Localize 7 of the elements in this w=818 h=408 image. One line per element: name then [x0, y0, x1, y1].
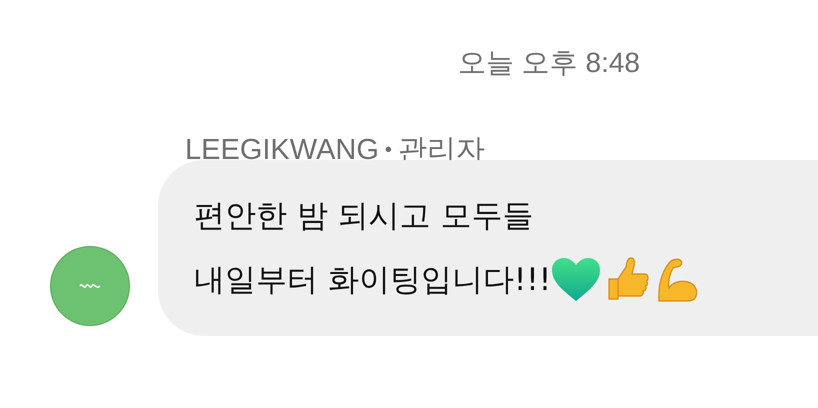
message-text: 내일부터 화이팅입니다!!!: [194, 261, 552, 300]
heart-icon: [551, 257, 602, 303]
sender-name: LEEGIKWANG: [185, 134, 379, 166]
timestamp: 오늘 오후 8:48: [458, 46, 640, 80]
separator: •: [384, 138, 392, 162]
message-text: 편안한 밤 되시고 모두들: [194, 197, 534, 236]
logo-icon: [79, 282, 101, 290]
